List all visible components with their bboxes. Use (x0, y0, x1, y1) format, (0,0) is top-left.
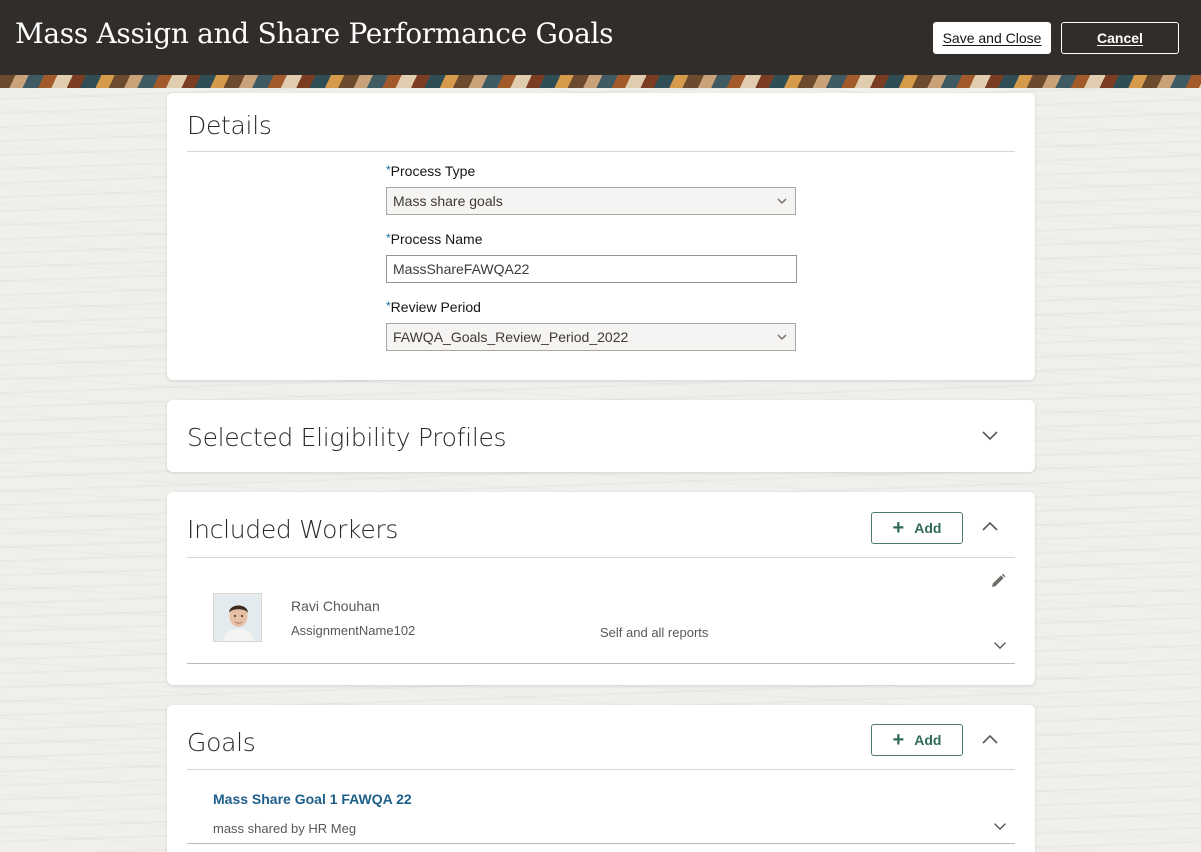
eligibility-card: Selected Eligibility Profiles (167, 400, 1035, 472)
avatar (213, 593, 262, 642)
add-goal-label: Add (914, 732, 942, 748)
goal-row-divider (187, 843, 1015, 844)
worker-name: Ravi Chouhan (291, 598, 380, 614)
process-type-select[interactable]: Mass share goals (386, 187, 796, 215)
add-worker-button[interactable]: + Add (871, 512, 963, 544)
workers-divider (187, 557, 1015, 558)
process-name-label: *Process Name (386, 231, 483, 247)
included-workers-title: Included Workers (187, 515, 399, 544)
goals-divider (187, 769, 1015, 770)
details-divider (187, 151, 1015, 152)
details-title: Details (187, 111, 272, 140)
goal-subtitle: mass shared by HR Meg (213, 821, 357, 836)
chevron-down-icon (777, 334, 787, 340)
chevron-down-icon[interactable] (993, 821, 1007, 831)
included-workers-card: Included Workers + Add Ravi Chouhan Assi… (167, 492, 1035, 685)
goals-title: Goals (187, 728, 256, 757)
review-period-select[interactable]: FAWQA_Goals_Review_Period_2022 (386, 323, 796, 351)
goal-link[interactable]: Mass Share Goal 1 FAWQA 22 (213, 791, 412, 807)
chevron-down-icon (777, 198, 787, 204)
eligibility-title: Selected Eligibility Profiles (187, 423, 507, 452)
review-period-label: *Review Period (386, 299, 481, 315)
chevron-down-icon[interactable] (981, 429, 999, 441)
cancel-button[interactable]: Cancel (1061, 22, 1179, 54)
page-header: Mass Assign and Share Performance Goals … (0, 0, 1201, 75)
worker-assignment: AssignmentName102 (291, 623, 416, 638)
worker-row-divider (187, 663, 1015, 664)
plus-icon: + (892, 729, 905, 751)
chevron-down-icon[interactable] (993, 640, 1007, 650)
pencil-icon[interactable] (989, 572, 1007, 590)
details-card: Details *Process Type Mass share goals *… (167, 93, 1035, 380)
goals-card: Goals + Add Mass Share Goal 1 FAWQA 22 m… (167, 705, 1035, 852)
worker-scope: Self and all reports (600, 625, 709, 640)
add-worker-label: Add (914, 520, 942, 536)
add-goal-button[interactable]: + Add (871, 724, 963, 756)
save-and-close-button[interactable]: Save and Close (933, 22, 1051, 54)
process-type-value: Mass share goals (393, 193, 503, 209)
process-type-label: *Process Type (386, 163, 476, 179)
page-title: Mass Assign and Share Performance Goals (15, 17, 614, 50)
chevron-up-icon[interactable] (981, 733, 999, 745)
process-name-input[interactable]: MassShareFAWQA22 (386, 255, 797, 283)
plus-icon: + (892, 517, 905, 539)
review-period-value: FAWQA_Goals_Review_Period_2022 (393, 329, 629, 345)
chevron-up-icon[interactable] (981, 520, 999, 532)
process-name-value: MassShareFAWQA22 (393, 261, 530, 277)
decorative-banner (0, 75, 1201, 88)
